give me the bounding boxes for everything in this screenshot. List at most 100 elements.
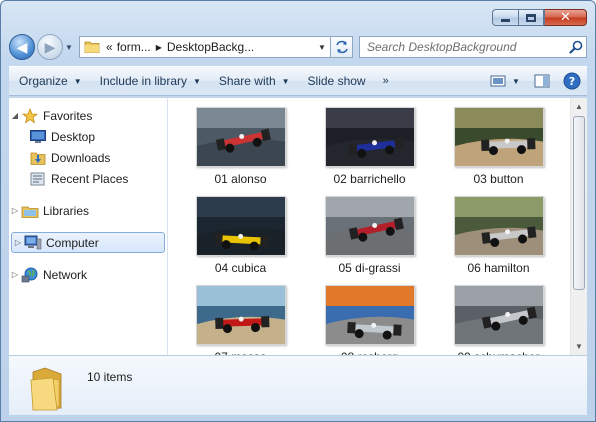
f1-car-thumbnail [325,286,414,344]
file-item[interactable]: 04 cubica [176,196,305,276]
file-list: 01 alonso 02 barrichello 03 button 04 cubic… [168,98,587,355]
nav-network[interactable]: ▷ Network [9,264,167,285]
nav-computer[interactable]: ▷ Computer [11,232,165,253]
file-item[interactable]: 05 di-grassi [305,196,434,276]
refresh-button[interactable] [331,36,353,58]
help-button[interactable]: ? [560,70,584,92]
file-name: 05 di-grassi [338,261,401,275]
share-with-label: Share with [218,74,276,88]
chevron-down-icon: ▼ [193,76,201,86]
scroll-up-icon[interactable]: ▲ [571,98,587,115]
preview-pane-button[interactable] [530,70,554,92]
computer-icon [24,235,42,251]
file-item[interactable]: 01 alonso [176,107,305,187]
organize-label: Organize [19,74,68,88]
f1-car-thumbnail [196,286,285,344]
folder-icon [84,41,100,53]
include-in-library-label: Include in library [99,74,187,88]
vertical-scrollbar[interactable]: ▲ ▼ [570,98,587,355]
svg-text:?: ? [569,75,575,88]
nav-label: Computer [46,235,99,250]
more-commands-label: » [382,75,389,87]
slide-show-label: Slide show [307,74,366,88]
nav-label: Desktop [51,129,96,144]
search-icon[interactable] [566,40,586,54]
file-item[interactable]: 02 barrichello [305,107,434,187]
close-icon: ✕ [560,10,571,25]
image-thumbnail[interactable] [195,285,286,345]
caption-buttons: ✕ [492,9,587,26]
navigation-bar: ◀ ▶ ▼ « form... ▶ DesktopBackg... ▼ [9,32,587,62]
f1-car-thumbnail [325,197,414,255]
toolbar-right: ▼ ? [483,67,587,95]
nav-label: Downloads [51,150,111,165]
nav-label: Network [43,267,88,282]
expand-right-icon[interactable]: ▷ [9,270,21,279]
explorer-window: ✕ ◀ ▶ ▼ « form... ▶ DesktopBackg... ▼ Se… [0,0,596,422]
image-thumbnail[interactable] [195,196,286,256]
image-thumbnail[interactable] [324,285,415,345]
maximize-icon [526,13,536,22]
libraries-icon [21,203,39,219]
breadcrumb-overflow[interactable]: « [104,40,115,54]
search-box[interactable] [359,36,587,58]
file-item[interactable]: 03 button [434,107,563,187]
image-thumbnail[interactable] [324,196,415,256]
slide-show-button[interactable]: Slide show [299,67,375,95]
change-view-button[interactable]: ▼ [486,70,524,92]
more-commands-button[interactable]: » [375,67,395,95]
expand-down-icon[interactable]: ◢ [9,111,21,120]
image-thumbnail[interactable] [453,107,544,167]
item-count: 10 items [87,370,133,384]
back-button[interactable]: ◀ [9,34,35,60]
address-dropdown-icon[interactable]: ▼ [314,43,330,52]
file-item[interactable]: 06 hamilton [434,196,563,276]
expand-right-icon[interactable]: ▷ [12,238,24,247]
include-in-library-menu[interactable]: Include in library ▼ [91,67,210,95]
details-pane: 10 items [9,355,587,415]
network-globe-icon [21,267,39,283]
recent-pages-button[interactable]: ▼ [63,34,75,60]
search-input[interactable] [367,40,566,54]
chevron-down-icon: ▼ [65,42,73,52]
image-thumbnail[interactable] [324,107,415,167]
minimize-button[interactable] [492,9,518,26]
file-item[interactable]: 09 schumacher [434,285,563,355]
recent-places-icon [29,171,47,187]
organize-menu[interactable]: Organize ▼ [9,67,91,95]
scrollbar-thumb[interactable] [573,116,585,290]
view-icon [490,75,506,87]
desktop-icon [29,129,47,145]
expand-right-icon[interactable]: ▷ [9,206,21,215]
nav-label: Recent Places [51,171,129,186]
nav-label: Libraries [43,203,90,218]
f1-car-thumbnail [325,108,414,166]
command-bar: Organize ▼ Include in library ▼ Share with… [9,66,587,96]
nav-favorites[interactable]: ◢ Favorites [9,105,167,126]
forward-button[interactable]: ▶ [37,34,63,60]
close-button[interactable]: ✕ [544,9,587,26]
f1-car-thumbnail [454,286,543,344]
breadcrumb-separator-icon[interactable]: ▶ [153,43,165,52]
address-bar[interactable]: « form... ▶ DesktopBackg... ▼ [79,36,331,58]
scroll-down-icon[interactable]: ▼ [571,338,587,355]
file-item[interactable]: 08 rosberg [305,285,434,355]
f1-car-thumbnail [196,197,285,255]
share-with-menu[interactable]: Share with ▼ [210,67,299,95]
image-thumbnail[interactable] [195,107,286,167]
f1-car-thumbnail [196,108,285,166]
nav-recent-places[interactable]: Recent Places [9,168,167,189]
breadcrumb-item[interactable]: form... [115,40,153,54]
file-grid: 01 alonso 02 barrichello 03 button 04 cubic… [176,107,563,355]
image-thumbnail[interactable] [453,285,544,345]
file-item[interactable]: 07 massa [176,285,305,355]
maximize-button[interactable] [518,9,544,26]
file-name: 03 button [473,172,524,186]
image-thumbnail[interactable] [453,196,544,256]
chevron-down-icon: ▼ [281,76,290,86]
nav-libraries[interactable]: ▷ Libraries [9,200,167,221]
nav-downloads[interactable]: Downloads [9,147,167,168]
downloads-folder-icon [29,150,47,166]
nav-desktop[interactable]: Desktop [9,126,167,147]
breadcrumb-item-current[interactable]: DesktopBackg... [165,40,256,54]
